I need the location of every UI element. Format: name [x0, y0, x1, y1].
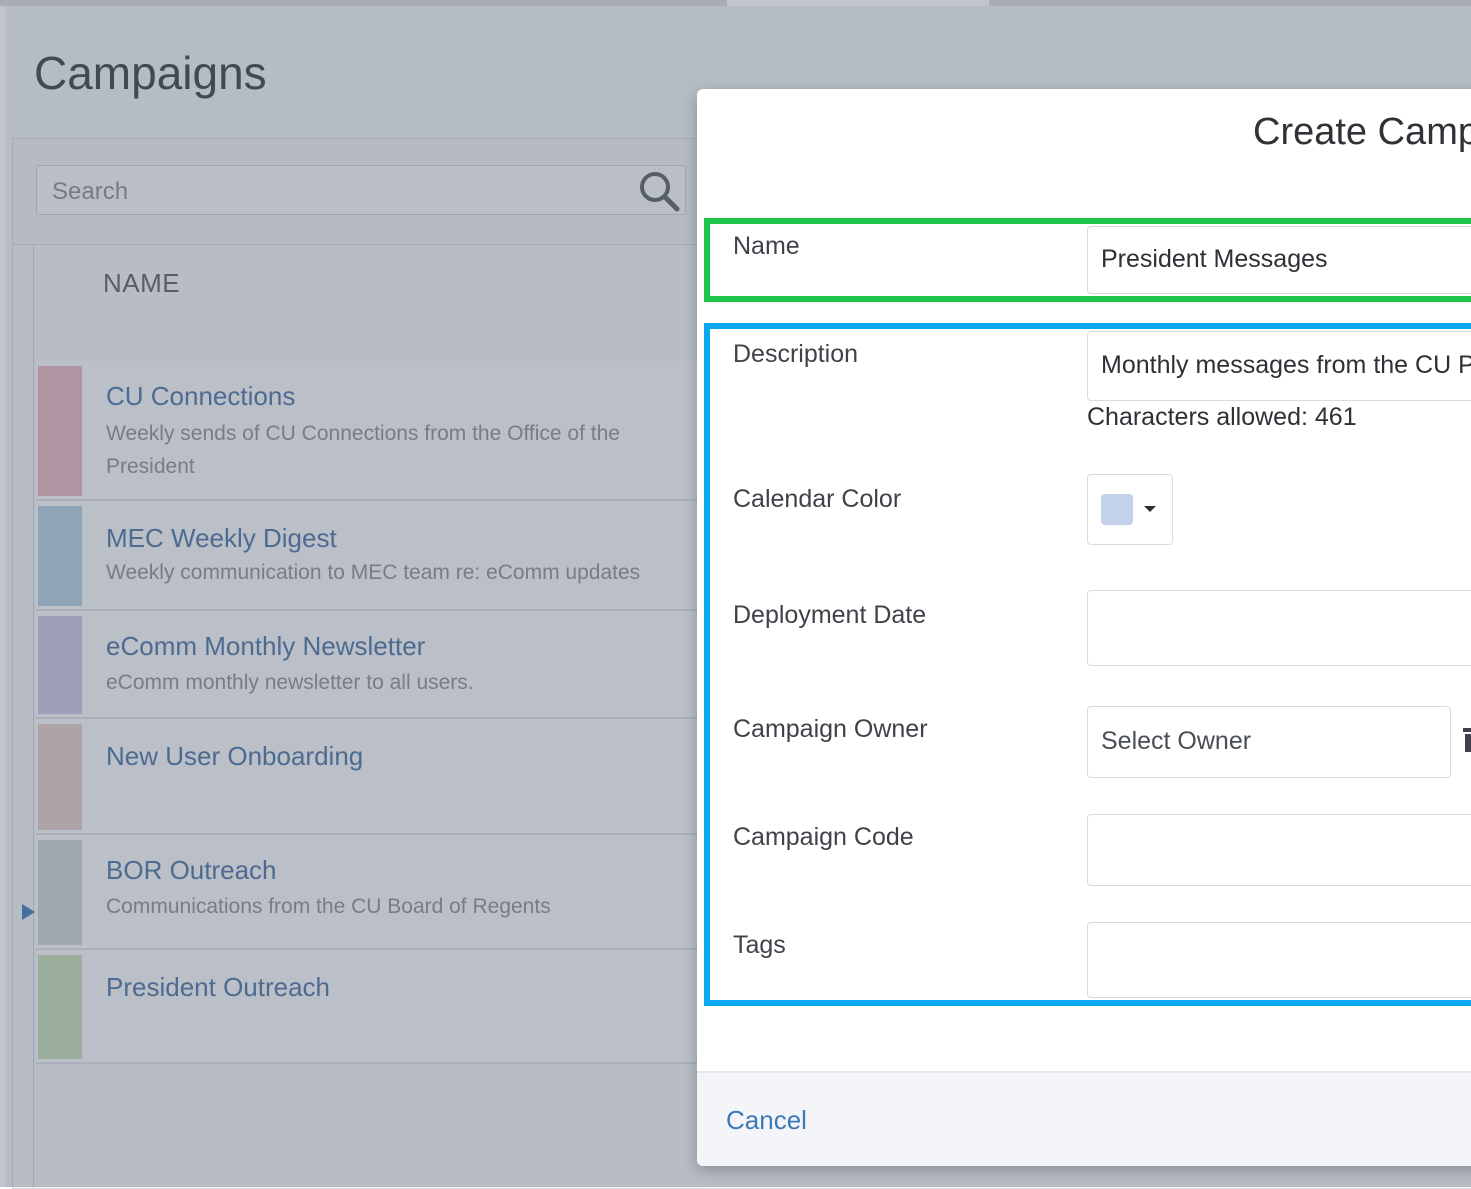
dialog-title: Create Campaign: [1253, 111, 1471, 153]
owner-placeholder: Select Owner: [1101, 727, 1252, 755]
caret-down-icon: [1144, 506, 1156, 512]
characters-allowed-hint: Characters allowed: 461: [1087, 403, 1357, 431]
calendar-color-label: Calendar Color: [733, 485, 902, 513]
tags-label: Tags: [733, 931, 786, 959]
description-value: Monthly messages from the CU President: [1101, 351, 1471, 379]
color-swatch: [1101, 494, 1133, 525]
calendar-color-picker[interactable]: [1087, 474, 1173, 545]
campaign-code-label: Campaign Code: [733, 823, 914, 851]
campaign-owner-label: Campaign Owner: [733, 715, 928, 743]
cancel-button[interactable]: Cancel: [726, 1105, 807, 1136]
name-label: Name: [733, 232, 800, 260]
description-label: Description: [733, 340, 859, 368]
campaign-owner-select[interactable]: Select Owner: [1087, 706, 1451, 778]
campaign-code-field[interactable]: [1087, 814, 1471, 886]
name-field[interactable]: President Messages: [1087, 226, 1471, 294]
dialog-footer: Cancel: [697, 1071, 1471, 1166]
trash-icon[interactable]: [1460, 724, 1471, 756]
tags-field[interactable]: [1087, 922, 1471, 998]
deployment-date-label: Deployment Date: [733, 601, 927, 629]
deployment-date-field[interactable]: [1087, 590, 1471, 666]
description-field[interactable]: Monthly messages from the CU President: [1087, 331, 1471, 401]
create-campaign-dialog: Create Campaign Name President Messages …: [697, 89, 1471, 1166]
name-value: President Messages: [1101, 245, 1328, 273]
